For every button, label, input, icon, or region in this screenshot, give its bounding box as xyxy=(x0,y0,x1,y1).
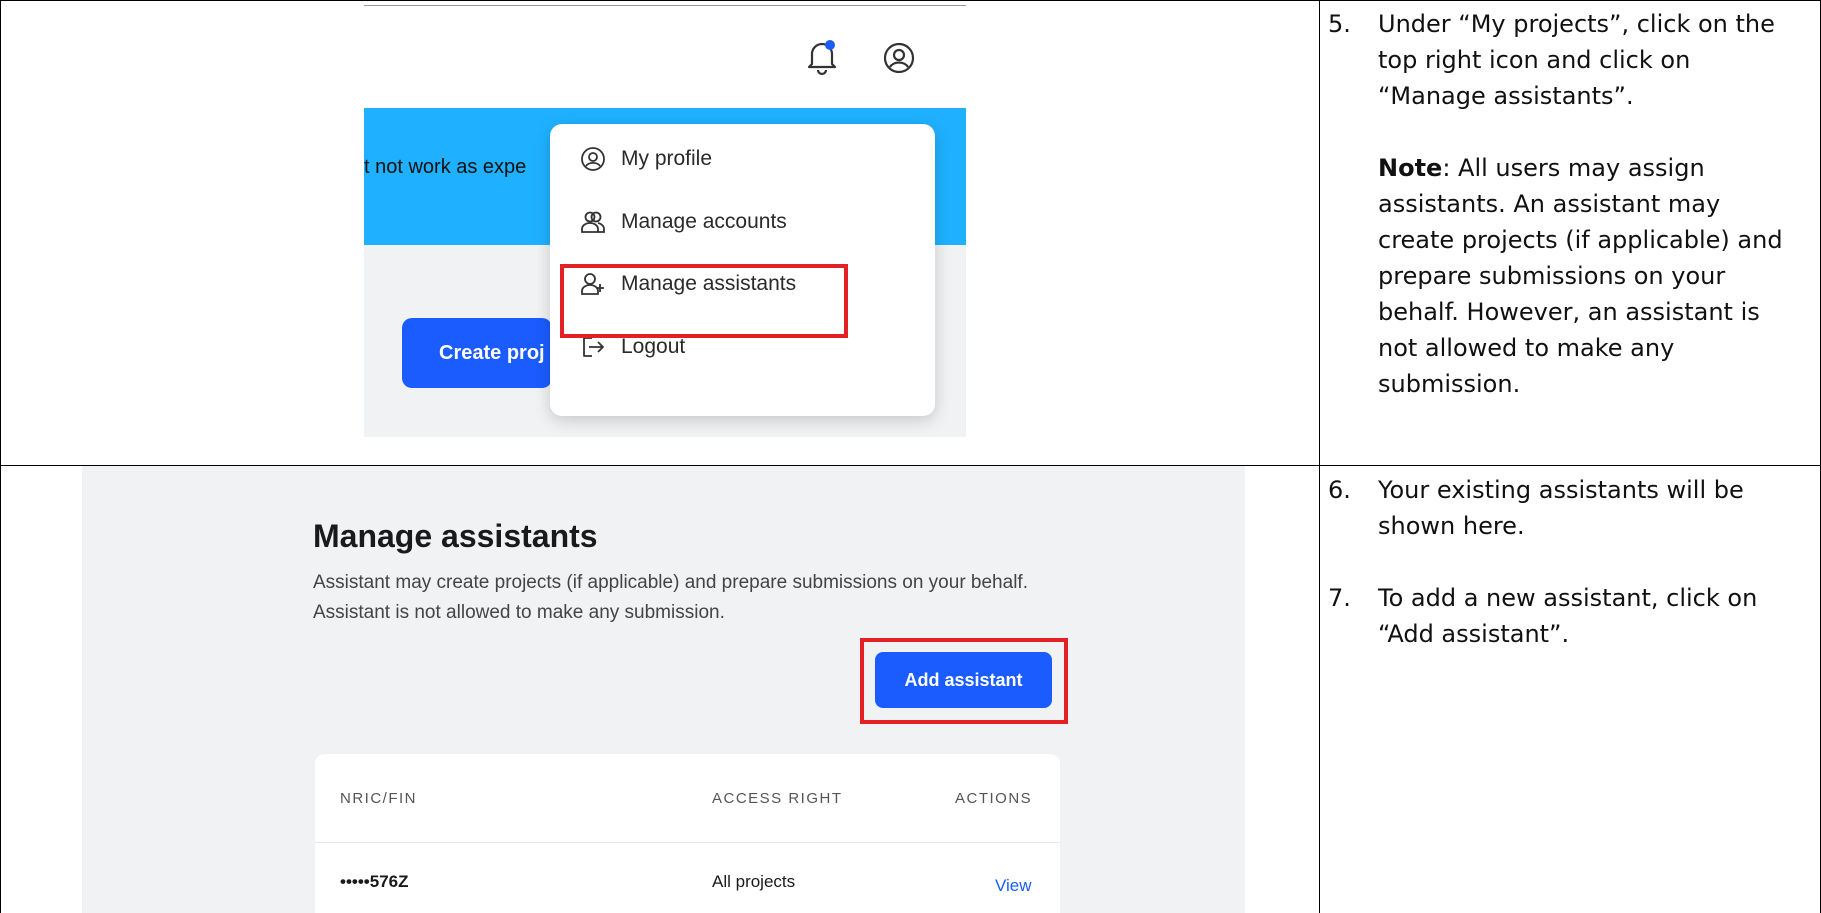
menu-item-label: My profile xyxy=(621,147,713,170)
screenshot-profile-menu: t not work as expe Create proj My profil… xyxy=(364,5,966,437)
step-6: 6. Your existing assistants will be show… xyxy=(1328,472,1778,544)
menu-item-my-profile[interactable]: My profile xyxy=(580,139,712,179)
column-header-access-right: ACCESS RIGHT xyxy=(712,790,843,807)
table-border-top xyxy=(0,0,1821,1)
step-number: 7. xyxy=(1328,584,1351,612)
step-text: Under “My projects”, click on the top ri… xyxy=(1378,10,1775,110)
table-column-divider xyxy=(1319,0,1320,913)
page-title: Manage assistants xyxy=(313,518,598,554)
notification-bell-icon[interactable] xyxy=(804,36,840,76)
step-7: 7. To add a new assistant, click on “Add… xyxy=(1328,580,1778,652)
note-label: Note xyxy=(1378,154,1443,182)
table-divider xyxy=(315,842,1060,843)
step-number: 5. xyxy=(1328,10,1351,38)
column-header-actions: ACTIONS xyxy=(955,790,1033,807)
cell-nric: •••••576Z xyxy=(340,872,409,891)
menu-item-manage-accounts[interactable]: Manage accounts xyxy=(580,202,787,242)
banner-text: t not work as expe xyxy=(364,156,527,178)
highlight-box-add-assistant xyxy=(860,638,1068,724)
screenshot-manage-assistants: Manage assistants Assistant may create p… xyxy=(82,466,1245,913)
header-bar xyxy=(364,6,966,108)
column-header-nric: NRIC/FIN xyxy=(340,790,417,807)
users-icon xyxy=(581,211,605,233)
step-5: 5. Under “My projects”, click on the top… xyxy=(1328,6,1788,114)
page-description: Assistant may create projects (if applic… xyxy=(313,572,1028,623)
table-border-left xyxy=(0,0,1,913)
menu-item-label: Logout xyxy=(621,335,686,358)
assistants-table: NRIC/FIN ACCESS RIGHT ACTIONS •••••576Z … xyxy=(315,754,1060,913)
instructions-step-5: 5. Under “My projects”, click on the top… xyxy=(1328,6,1788,402)
user-circle-icon xyxy=(581,147,605,171)
create-project-button[interactable]: Create proj xyxy=(402,318,552,388)
step-number: 6. xyxy=(1328,476,1351,504)
cell-access-right: All projects xyxy=(712,872,796,891)
step-text: Your existing assistants will be shown h… xyxy=(1378,476,1744,540)
instructions-step-6-7: 6. Your existing assistants will be show… xyxy=(1328,472,1778,652)
note-text: : All users may assign assistants. An as… xyxy=(1378,154,1783,398)
step-text: To add a new assistant, click on “Add as… xyxy=(1378,584,1758,648)
view-link[interactable]: View xyxy=(995,876,1032,896)
highlight-box-manage-assistants xyxy=(560,264,848,338)
menu-item-label: Manage accounts xyxy=(621,210,787,233)
user-account-icon[interactable] xyxy=(883,42,915,74)
note: Note: All users may assign assistants. A… xyxy=(1378,150,1788,402)
